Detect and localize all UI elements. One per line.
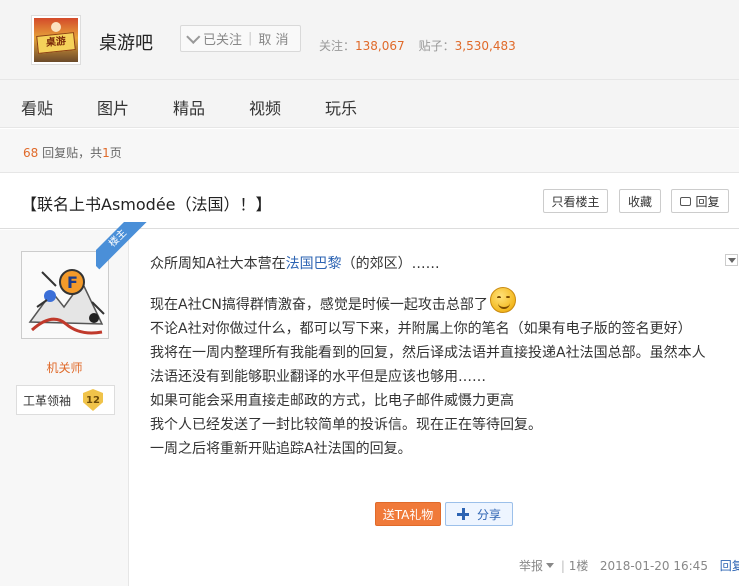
reply-summary: 68 回复贴，共1页 (23, 144, 122, 161)
post-author-sidebar: F 机关师 工革领袖 12 (0, 230, 129, 586)
floor-number: 1楼 (568, 559, 589, 573)
smiley-icon (489, 287, 516, 313)
post-line-7: 我个人已经发送了一封比较简单的投诉信。现在正在等待回复。 (150, 417, 542, 433)
location-link[interactable]: 法国巴黎 (286, 256, 342, 272)
follow-toggle-button[interactable]: 已关注 | 取 消 (180, 25, 301, 52)
follow-status-label: 已关注 (203, 33, 243, 48)
logo-box: 桌游 (36, 32, 76, 54)
favorite-button[interactable]: 收藏 (619, 189, 661, 213)
post-count: 3,530,483 (454, 39, 516, 53)
post-reply-link[interactable]: 回复 (720, 559, 739, 573)
tab-fun[interactable]: 玩乐 (325, 95, 357, 119)
svg-text:F: F (67, 273, 78, 292)
reply-icon (680, 196, 692, 206)
only-op-button[interactable]: 只看楼主 (543, 189, 608, 213)
post-menu-dropdown[interactable] (725, 254, 738, 266)
follow-count: 138,067 (355, 39, 405, 53)
level-shield-icon: 12 (83, 389, 103, 411)
level-name: 工革领袖 (23, 393, 72, 408)
tab-posts[interactable]: 看贴 (21, 95, 53, 119)
forum-header: 桌游 桌游吧 已关注 | 取 消 关注：138,067 贴子：3,530,483 (0, 0, 739, 80)
logo-text: 桌游 (45, 35, 67, 50)
post-line-1: 众所周知A社大本营在法国巴黎（的郊区）…… (150, 256, 440, 272)
chevron-down-icon[interactable] (546, 563, 555, 568)
post-line-5: 法语还没有到能够职业翻译的水平但是应该也够用…… (150, 369, 486, 385)
post-footer: 举报 | 1楼 2018-01-20 16:45 回复 (519, 557, 739, 574)
reply-button-label: 回复 (695, 194, 720, 209)
post-count-label: 贴子： (418, 39, 455, 53)
tab-videos[interactable]: 视频 (249, 95, 281, 119)
thread-title-bar: 【联名上书Asmodée（法国）！】 只看楼主 收藏 回复 (0, 173, 739, 229)
level-number: 12 (86, 394, 100, 406)
forum-logo[interactable]: 桌游 (31, 15, 81, 65)
forum-name[interactable]: 桌游吧 (99, 29, 153, 55)
thread-info-bar: 68 回复贴，共1页 (0, 129, 739, 173)
tab-images[interactable]: 图片 (97, 95, 129, 119)
follow-count-label: 关注： (319, 39, 356, 53)
page-suffix: 页 (109, 146, 122, 160)
share-button[interactable]: 分享 (445, 502, 513, 526)
reply-count-text: 回复贴，共 (42, 146, 103, 160)
forum-nav: 看贴 图片 精品 视频 玩乐 (0, 80, 739, 128)
tab-featured[interactable]: 精品 (173, 95, 205, 119)
plus-icon (456, 508, 469, 520)
reply-count: 68 (23, 146, 39, 160)
reply-button[interactable]: 回复 (671, 189, 729, 213)
post-line-4: 我将在一周内整理所有我能看到的回复，然后译成法语并直接投递A社法国总部。虽然本人 (150, 345, 706, 361)
op-ribbon-label: 楼主 (96, 222, 148, 270)
logo-figure-head (51, 22, 61, 32)
forum-stats: 关注：138,067 贴子：3,530,483 (319, 37, 516, 54)
send-gift-button[interactable]: 送TA礼物 (375, 502, 441, 526)
check-icon (186, 29, 201, 44)
follow-separator: | (248, 31, 253, 46)
post-line-3: 不论A社对你做过什么，都可以写下来，并附属上你的笔名（如果有电子版的签名更好） (150, 321, 692, 337)
share-label: 分享 (476, 507, 501, 522)
post-line-6: 如果可能会采用直接走邮政的方式，比电子邮件威慑力更高 (150, 393, 514, 409)
forum-logo-image: 桌游 (34, 18, 78, 62)
post-content: 众所周知A社大本营在法国巴黎（的郊区）…… 现在A社CN搞得群情激奋，感觉是时候… (150, 252, 720, 461)
unfollow-label[interactable]: 取 消 (258, 29, 288, 48)
page-count: 1 (102, 146, 110, 160)
post-line-2: 现在A社CN搞得群情激奋，感觉是时候一起攻击总部了 (150, 287, 720, 317)
level-badge[interactable]: 工革领袖 12 (16, 385, 115, 415)
post-line-8: 一周之后将重新开贴追踪A社法国的回复。 (150, 441, 412, 457)
report-link[interactable]: 举报 (519, 559, 543, 573)
author-name[interactable]: 机关师 (0, 359, 129, 376)
thread-title: 【联名上书Asmodée（法国）！】 (21, 195, 272, 214)
op-ribbon: 楼主 (96, 222, 148, 274)
post-timestamp: 2018-01-20 16:45 (599, 559, 708, 573)
footer-separator: | (560, 559, 565, 573)
